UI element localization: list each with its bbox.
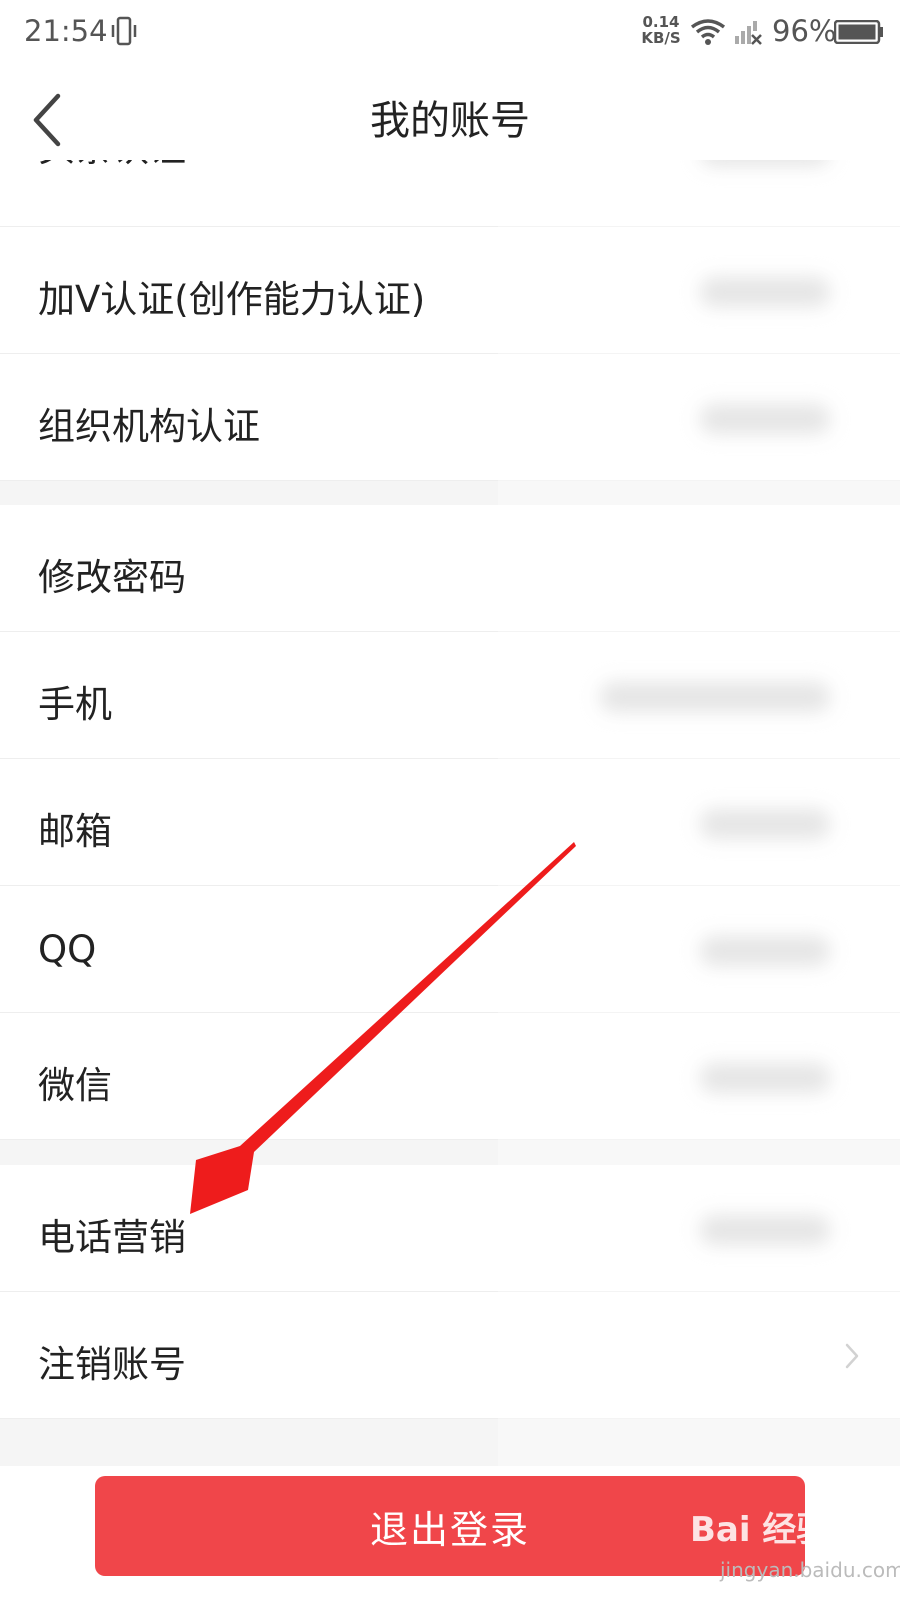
network-speed: 0.14 KB/S: [638, 14, 684, 46]
list-item-label: 手机: [38, 683, 112, 726]
list-item-qq[interactable]: QQ: [0, 886, 900, 1013]
list-item-value: [700, 160, 830, 166]
list-item-telemarketing[interactable]: 电话营销: [0, 1165, 900, 1292]
list-item-label: 注销账号: [38, 1343, 186, 1386]
list-item-change-password[interactable]: 修改密码: [0, 505, 900, 632]
network-speed-unit: KB/S: [641, 29, 681, 47]
list-item-phone[interactable]: 手机: [0, 632, 900, 759]
signal-icon: [735, 21, 762, 45]
nav-bar: 我的账号: [0, 64, 900, 160]
battery-icon: [834, 20, 883, 44]
list-item-toutiao-verification[interactable]: 头条认证: [0, 160, 900, 227]
chevron-right-icon: [845, 1343, 859, 1369]
status-bar: 21:54 0.14 KB/S 96%: [0, 0, 900, 64]
list-item-value: [700, 1063, 830, 1093]
list-item-organization-verification[interactable]: 组织机构认证: [0, 354, 900, 481]
list-item-deactivate-account[interactable]: 注销账号: [0, 1292, 900, 1419]
list-item-value: [700, 404, 830, 434]
list-item-wechat[interactable]: 微信: [0, 1013, 900, 1140]
logout-button[interactable]: 退出登录: [95, 1476, 805, 1576]
page-title: 我的账号: [370, 98, 530, 144]
list-item-label: 微信: [38, 1064, 112, 1107]
list-item-v-verification[interactable]: 加V认证(创作能力认证): [0, 227, 900, 354]
list-item-value: [700, 809, 830, 839]
status-time: 21:54: [24, 14, 108, 48]
network-speed-value: 0.14: [642, 13, 680, 31]
list-item-value: [700, 277, 830, 307]
wifi-icon: [690, 19, 726, 45]
list-item-label: 修改密码: [38, 556, 186, 599]
list-item-label: QQ: [38, 928, 97, 971]
list-item-label: 电话营销: [38, 1216, 186, 1259]
list-item-label: 加V认证(创作能力认证): [38, 278, 426, 321]
vibrate-icon: [111, 16, 137, 46]
list-item-value: [700, 1215, 830, 1245]
list-item-label: 头条认证: [38, 160, 186, 172]
battery-percentage: 96%: [772, 14, 837, 48]
list-item-email[interactable]: 邮箱: [0, 759, 900, 886]
footer: 退出登录 Bai 经验 jingyan.baidu.com: [0, 1466, 900, 1600]
list-item-value: [700, 936, 830, 966]
account-settings-list: 头条认证 加V认证(创作能力认证) 组织机构认证 修改密码 手机 邮箱 QQ 微…: [0, 160, 900, 1466]
list-item-label: 邮箱: [38, 810, 112, 853]
list-item-value: [600, 682, 830, 712]
list-item-label: 组织机构认证: [38, 405, 260, 448]
